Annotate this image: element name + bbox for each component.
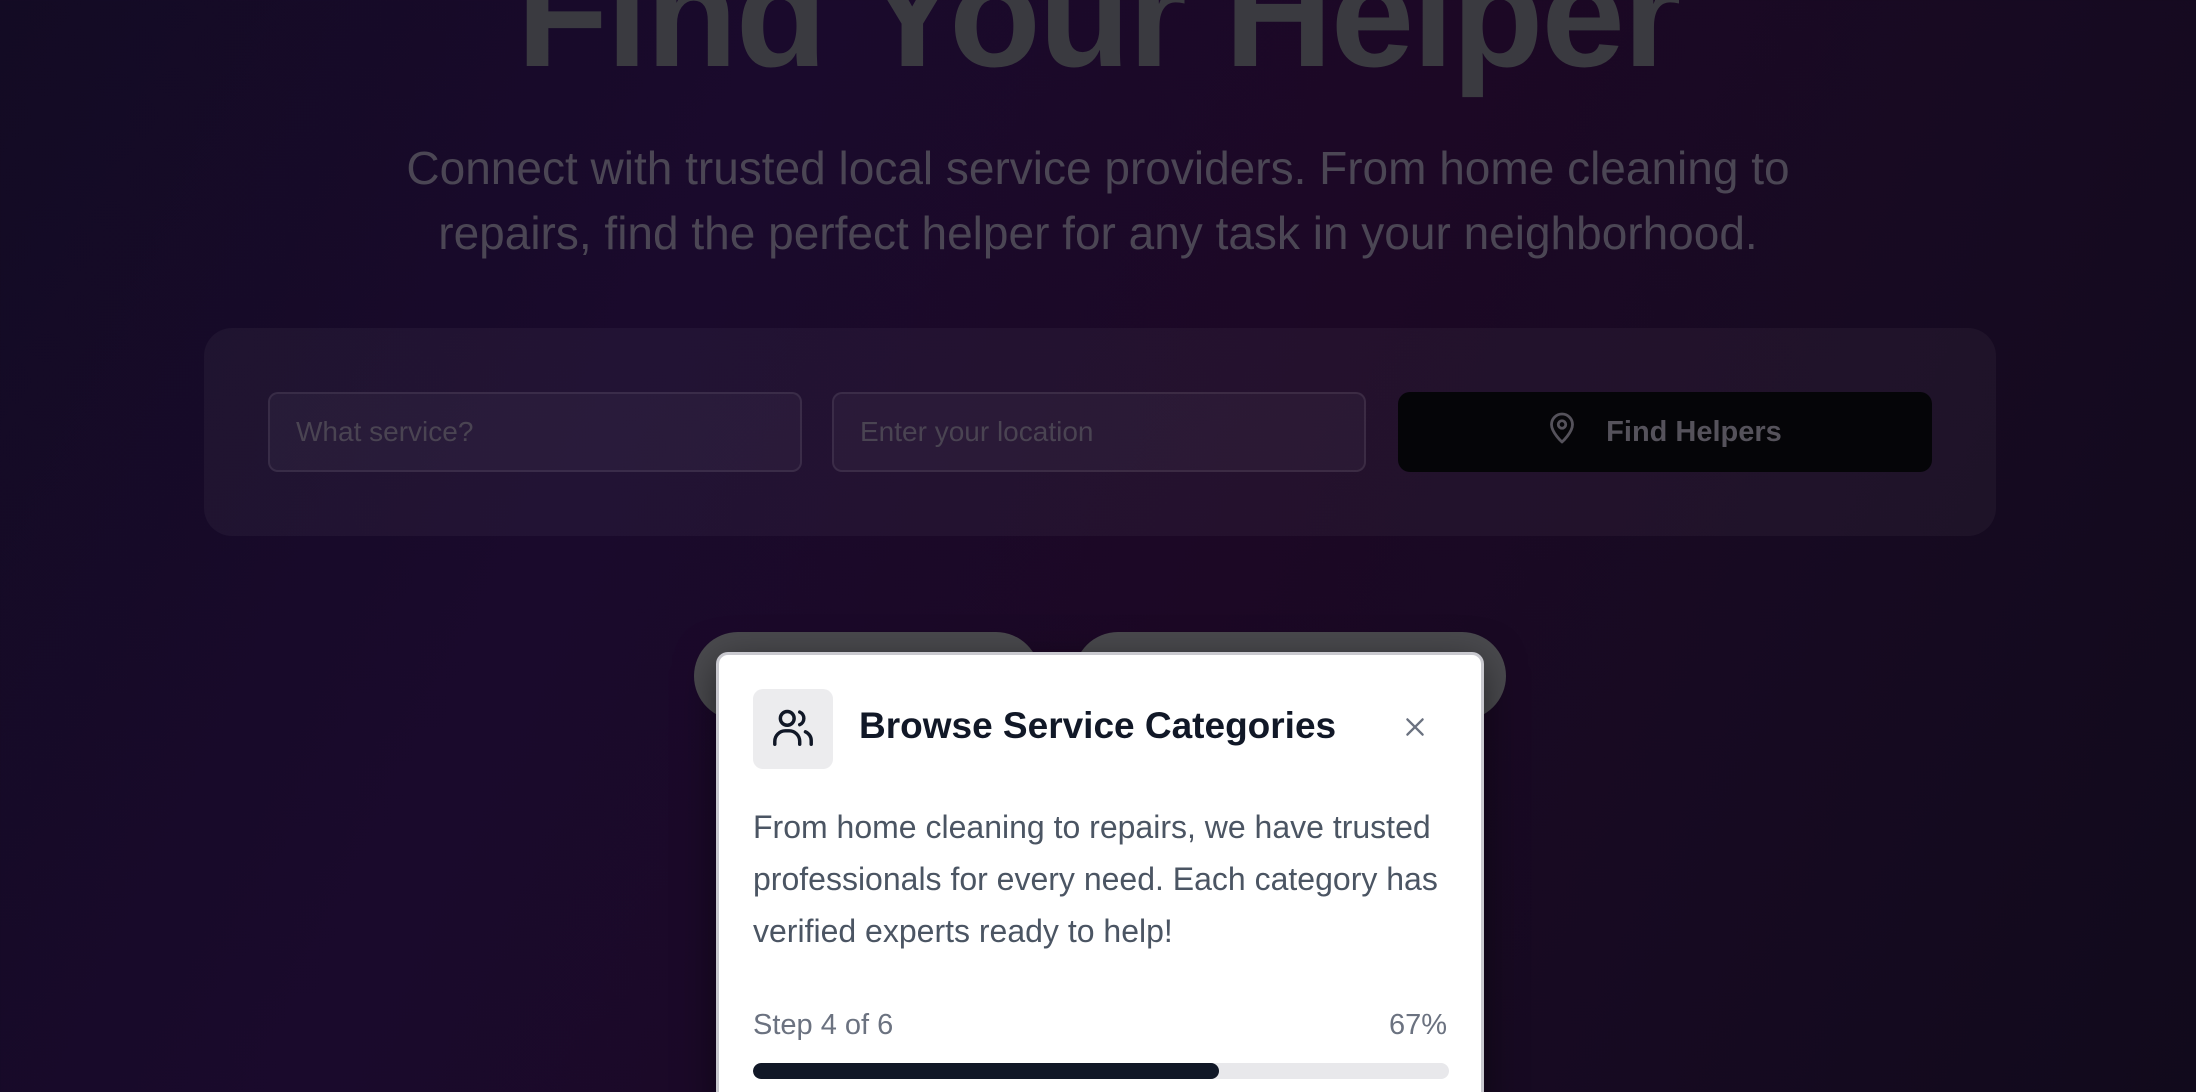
users-icon — [770, 704, 816, 755]
tour-title: Browse Service Categories — [859, 705, 1337, 746]
find-helpers-button[interactable]: Find Helpers — [1398, 392, 1932, 472]
find-helpers-label: Find Helpers — [1606, 415, 1782, 448]
service-input[interactable] — [268, 392, 802, 472]
close-icon — [1402, 714, 1428, 745]
map-pin-icon — [1548, 411, 1576, 453]
page-title: Find Your Helper — [516, 0, 1682, 98]
tour-progress-bar — [753, 1063, 1449, 1079]
close-button[interactable] — [1395, 709, 1435, 749]
tour-step-label: Step 4 of 6 — [753, 1009, 894, 1041]
tour-description: From home cleaning to repairs, we have t… — [753, 809, 1438, 949]
search-panel: Find Helpers — [204, 328, 1996, 536]
hero-subtitle: Connect with trusted local service provi… — [406, 142, 1790, 259]
tour-popover: Browse Service Categories From home clea… — [716, 652, 1484, 1092]
tour-progress-percent: 67% — [1388, 1009, 1447, 1041]
location-input[interactable] — [832, 392, 1366, 472]
tour-progress-fill — [753, 1063, 1220, 1079]
tour-icon-container — [753, 689, 833, 769]
